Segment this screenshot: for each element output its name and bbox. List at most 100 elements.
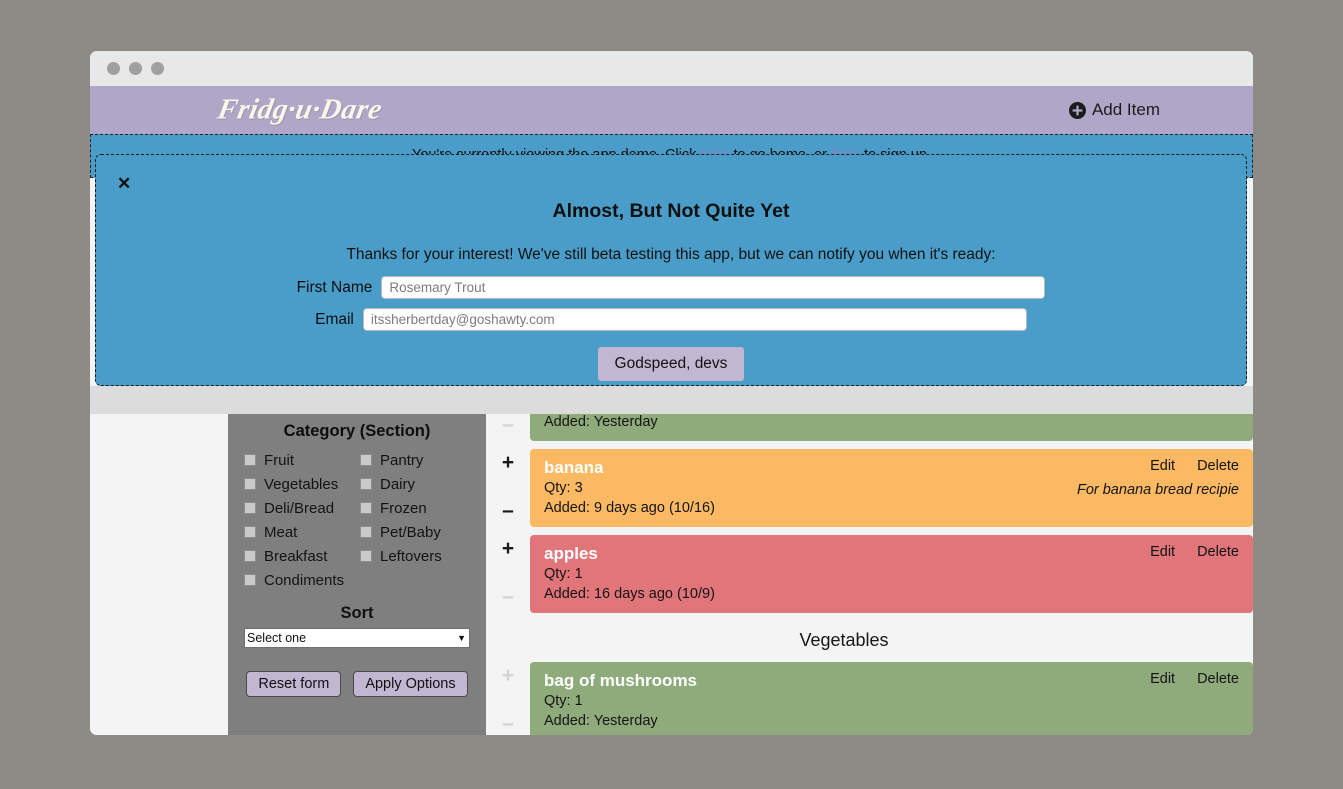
checkbox-icon[interactable] (244, 454, 256, 466)
category-label: Pet/Baby (380, 523, 441, 541)
item-qty: Qty: 1 (544, 693, 583, 709)
modal-title: Almost, But Not Quite Yet (552, 200, 790, 222)
first-name-label: First Name (296, 278, 373, 296)
item-card: banana Qty: 3 Added: 9 days ago (10/16) … (530, 449, 1253, 527)
item-note: For banana bread recipie (1076, 482, 1239, 498)
email-value: itssherbertday@goshawty.com (370, 312, 555, 327)
section-heading-vegetables: Vegetables (799, 630, 889, 650)
item-added: Added: 9 days ago (10/16) (544, 500, 715, 516)
submit-button[interactable]: Godspeed, devs (597, 347, 745, 381)
sidebar-button-row: Reset form Apply Options (244, 671, 470, 697)
item-card: apples Qty: 1 Added: 16 days ago (10/9) … (530, 535, 1253, 613)
list-item: – Added: Yesterday (486, 414, 1253, 441)
email-field[interactable]: itssherbertday@goshawty.com (362, 308, 1027, 331)
item-added: Added: Yesterday (544, 713, 658, 729)
first-name-value: Rosemary Trout (389, 280, 486, 295)
app-body: Category (Section) Fruit Pantry Vegetabl… (90, 414, 1253, 735)
list-item: + – banana Qty: 3 Added: 9 days ago (10/… (486, 449, 1253, 527)
delete-link[interactable]: Delete (1197, 671, 1239, 687)
checkbox-icon[interactable] (244, 478, 256, 490)
category-checkbox-pantry[interactable]: Pantry (360, 448, 470, 472)
sort-selected-value: Select one (247, 631, 307, 645)
checkbox-icon[interactable] (360, 550, 372, 562)
window-close-dot[interactable] (107, 62, 120, 75)
apply-options-button[interactable]: Apply Options (353, 671, 468, 697)
item-card: Added: Yesterday (530, 414, 1253, 441)
increment-button[interactable]: + (502, 538, 514, 559)
email-label: Email (315, 310, 354, 328)
item-name: apples (544, 544, 598, 563)
close-icon[interactable]: ✕ (117, 175, 131, 192)
window-title-bar (90, 51, 1253, 86)
edit-link[interactable]: Edit (1150, 458, 1175, 474)
category-label: Deli/Bread (264, 499, 335, 517)
items-list: – Added: Yesterday + – banana Qty: 3 Add… (486, 414, 1253, 735)
list-item: + – apples Qty: 1 Added: 16 days ago (10… (486, 535, 1253, 613)
decrement-button: – (502, 414, 514, 436)
category-label: Vegetables (264, 475, 339, 493)
item-actions: Edit Delete (1150, 544, 1239, 560)
edit-link[interactable]: Edit (1150, 544, 1175, 560)
category-checkbox-condiments[interactable]: Condiments (244, 568, 354, 592)
modal-subtitle: Thanks for your interest! We've still be… (346, 246, 996, 263)
app-logo[interactable]: Fridg·u·Dare (215, 94, 385, 127)
checkbox-icon[interactable] (360, 454, 372, 466)
quantity-stepper: – (486, 414, 530, 441)
category-label: Leftovers (380, 547, 442, 565)
category-checkbox-frozen[interactable]: Frozen (360, 496, 470, 520)
category-checkbox-pet-baby[interactable]: Pet/Baby (360, 520, 470, 544)
window-minimize-dot[interactable] (129, 62, 142, 75)
category-label: Frozen (380, 499, 427, 517)
first-name-row: First Name Rosemary Trout (96, 276, 1246, 299)
chevron-down-icon: ▼ (457, 633, 466, 643)
add-item-label: Add Item (1091, 100, 1160, 119)
checkbox-icon[interactable] (360, 526, 372, 538)
content-top-strip (90, 386, 1253, 414)
checkbox-icon[interactable] (360, 502, 372, 514)
delete-link[interactable]: Delete (1197, 544, 1239, 560)
window-maximize-dot[interactable] (151, 62, 164, 75)
plus-circle-icon (1068, 101, 1086, 119)
category-label: Breakfast (264, 547, 328, 565)
decrement-button[interactable]: – (502, 500, 514, 521)
item-actions: Edit Delete (1150, 671, 1239, 687)
item-name: bag of mushrooms (544, 671, 698, 690)
reset-form-button[interactable]: Reset form (246, 671, 342, 697)
app-header: Fridg·u·Dare Add Item (90, 86, 1253, 134)
item-added: Added: Yesterday (544, 414, 658, 430)
item-actions: Edit Delete (1150, 458, 1239, 474)
list-item: + – bag of mushrooms Qty: 1 Added: Yeste… (486, 662, 1253, 735)
beta-signup-modal: ✕ Almost, But Not Quite Yet Thanks for y… (95, 154, 1247, 386)
category-checkbox-meat[interactable]: Meat (244, 520, 354, 544)
quantity-stepper: + – (486, 535, 530, 613)
category-panel-title: Category (Section) (283, 422, 431, 440)
quantity-stepper: + – (486, 662, 530, 735)
checkbox-icon[interactable] (244, 526, 256, 538)
checkbox-icon[interactable] (244, 574, 256, 586)
first-name-field[interactable]: Rosemary Trout (381, 276, 1046, 299)
category-checkbox-breakfast[interactable]: Breakfast (244, 544, 354, 568)
increment-button[interactable]: + (502, 452, 514, 473)
sort-select[interactable]: Select one ▼ (244, 628, 470, 648)
item-qty: Qty: 1 (544, 566, 583, 582)
category-checkbox-vegetables[interactable]: Vegetables (244, 472, 354, 496)
category-checkbox-grid: Fruit Pantry Vegetables Dairy Deli/Bread… (244, 448, 470, 592)
category-checkbox-fruit[interactable]: Fruit (244, 448, 354, 472)
item-added: Added: 16 days ago (10/9) (544, 586, 715, 602)
filter-sidebar: Category (Section) Fruit Pantry Vegetabl… (228, 414, 486, 735)
decrement-button: – (502, 712, 514, 735)
category-checkbox-leftovers[interactable]: Leftovers (360, 544, 470, 568)
decrement-button: – (502, 585, 514, 608)
add-item-button[interactable]: Add Item (1068, 100, 1160, 120)
item-card: bag of mushrooms Qty: 1 Added: Yesterday… (530, 662, 1253, 735)
category-checkbox-dairy[interactable]: Dairy (360, 472, 470, 496)
checkbox-icon[interactable] (360, 478, 372, 490)
item-name: banana (544, 458, 604, 477)
edit-link[interactable]: Edit (1150, 671, 1175, 687)
increment-button: + (501, 664, 515, 687)
delete-link[interactable]: Delete (1197, 458, 1239, 474)
category-label: Dairy (380, 475, 416, 493)
category-checkbox-deli-bread[interactable]: Deli/Bread (244, 496, 354, 520)
checkbox-icon[interactable] (244, 550, 256, 562)
checkbox-icon[interactable] (244, 502, 256, 514)
